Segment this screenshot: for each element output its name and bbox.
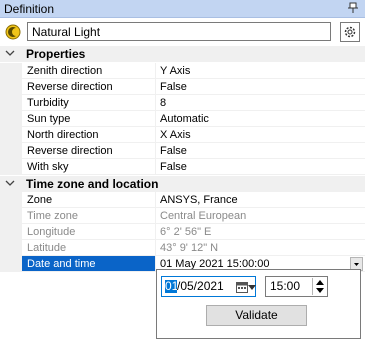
property-row[interactable]: Zenith direction Y Axis (0, 63, 365, 79)
property-value[interactable]: X Axis (156, 127, 365, 143)
property-value[interactable]: False (156, 159, 365, 175)
property-row[interactable]: Reverse direction False (0, 143, 365, 159)
gear-icon (344, 26, 356, 38)
property-name: Sun type (22, 111, 156, 127)
panel-titlebar: Definition (0, 0, 365, 18)
chevron-down-icon[interactable] (5, 48, 15, 58)
property-value[interactable]: False (156, 143, 365, 159)
increment-arrow-icon[interactable] (313, 278, 326, 286)
property-name: Zone (22, 192, 156, 208)
chevron-down-icon[interactable] (5, 178, 15, 188)
property-name: Turbidity (22, 95, 156, 111)
property-row[interactable]: North direction X Axis (0, 127, 365, 143)
property-value[interactable]: ANSYS, France (156, 192, 365, 208)
pin-icon[interactable] (347, 2, 359, 14)
time-value[interactable]: 15:00 (270, 280, 300, 293)
property-value: Central European (156, 208, 365, 224)
category-label: Time zone and location (26, 177, 159, 191)
property-name: With sky (22, 159, 156, 175)
property-name: Reverse direction (22, 143, 156, 159)
property-value[interactable]: False (156, 79, 365, 95)
date-time-popup: 01 /05/2021 15:00 Validate (156, 269, 361, 339)
settings-button[interactable] (340, 22, 360, 42)
property-row-longitude: Longitude 6° 2' 56" E (0, 224, 365, 240)
property-name: Longitude (22, 224, 156, 240)
property-name: Reverse direction (22, 79, 156, 95)
property-name: North direction (22, 127, 156, 143)
property-row-time-zone: Time zone Central European (0, 208, 365, 224)
property-row-zone[interactable]: Zone ANSYS, France (0, 192, 365, 208)
name-toolbar (0, 18, 365, 46)
property-value[interactable]: 8 (156, 95, 365, 111)
property-row[interactable]: Sun type Automatic (0, 111, 365, 127)
property-row[interactable]: Reverse direction False (0, 79, 365, 95)
panel-title: Definition (4, 2, 55, 16)
property-value: 6° 2' 56" E (156, 224, 365, 240)
property-value: 43° 9' 12" N (156, 240, 365, 256)
chevron-down-icon[interactable] (248, 285, 256, 290)
natural-light-icon (5, 24, 21, 40)
calendar-icon[interactable] (236, 281, 248, 293)
time-stepper[interactable] (312, 278, 326, 295)
property-name: Latitude (22, 240, 156, 256)
property-name: Time zone (22, 208, 156, 224)
property-name: Date and time (22, 256, 156, 272)
property-grid: Properties Zenith direction Y Axis Rever… (0, 46, 365, 272)
property-value[interactable]: Automatic (156, 111, 365, 127)
date-rest[interactable]: /05/2021 (177, 280, 224, 293)
category-properties[interactable]: Properties (0, 46, 365, 62)
property-row-latitude: Latitude 43° 9' 12" N (0, 240, 365, 256)
validate-button[interactable]: Validate (206, 305, 307, 326)
category-label: Properties (26, 47, 86, 61)
date-picker[interactable]: 01 /05/2021 (161, 276, 256, 297)
property-row[interactable]: Turbidity 8 (0, 95, 365, 111)
property-name: Zenith direction (22, 63, 156, 79)
object-name-input[interactable] (27, 22, 331, 41)
day-segment[interactable]: 01 (165, 280, 178, 293)
decrement-arrow-icon[interactable] (313, 286, 326, 294)
property-row[interactable]: With sky False (0, 159, 365, 175)
property-value[interactable]: Y Axis (156, 63, 365, 79)
time-field[interactable]: 15:00 (265, 276, 328, 297)
category-time-zone-and-location[interactable]: Time zone and location (0, 176, 365, 192)
